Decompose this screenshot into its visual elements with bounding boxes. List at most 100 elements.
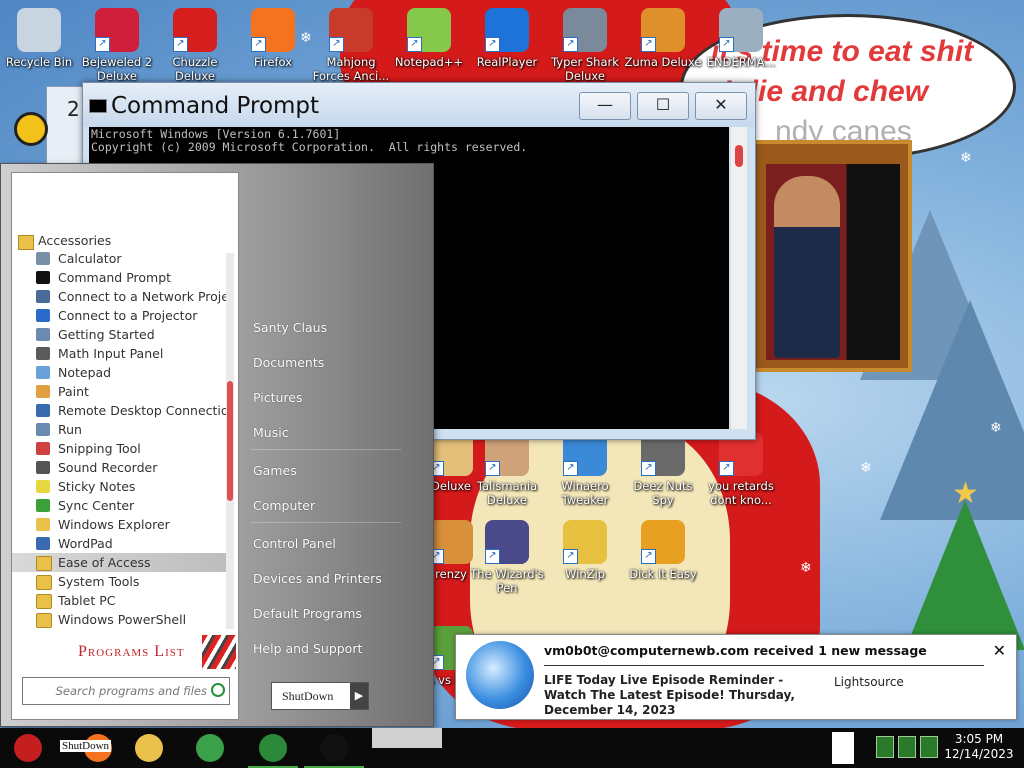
desktop-icon[interactable]: Recycle Bin bbox=[0, 8, 78, 69]
taskbar-explorer[interactable] bbox=[132, 730, 166, 766]
program-item[interactable]: WordPad bbox=[12, 534, 226, 553]
program-item[interactable]: Ease of Access bbox=[12, 553, 226, 572]
snowflake-icon: ❄ bbox=[960, 150, 972, 166]
desktop-icon[interactable]: ↗ ENDERMA... bbox=[702, 8, 780, 69]
search-input[interactable] bbox=[25, 680, 209, 702]
program-item[interactable]: Windows Explorer bbox=[12, 515, 226, 534]
desktop-icon[interactable]: ↗ Deez Nuts Spy bbox=[624, 432, 702, 507]
program-label: Windows PowerShell bbox=[58, 612, 187, 627]
program-item[interactable]: Tablet PC bbox=[12, 591, 226, 610]
search-box[interactable] bbox=[22, 677, 230, 705]
desktop-icon[interactable]: ↗ Zuma Deluxe bbox=[624, 8, 702, 69]
scrollbar-thumb[interactable] bbox=[735, 145, 743, 167]
mail-notification[interactable]: vm0b0t@computernewb.com received 1 new m… bbox=[455, 634, 1017, 720]
close-icon[interactable]: ✕ bbox=[993, 641, 1006, 660]
programs-list-button[interactable]: Programs List bbox=[20, 635, 236, 669]
start-menu-link[interactable]: Devices and Printers bbox=[253, 571, 382, 586]
taskbar-clock[interactable]: 3:05 PM 12/14/2023 bbox=[944, 732, 1014, 762]
program-label: Notepad bbox=[58, 365, 112, 380]
desktop-icon[interactable]: ↗ Bejeweled 2 Deluxe bbox=[78, 8, 156, 83]
program-item[interactable]: Calculator bbox=[12, 249, 226, 268]
desktop-icon-label: Talismania Deluxe bbox=[476, 479, 538, 507]
desktop-icon-label: Zuma Deluxe bbox=[624, 55, 702, 69]
taskbar-start-orb[interactable] bbox=[4, 730, 52, 766]
desktop-icon[interactable]: ↗ Typer Shark Deluxe bbox=[546, 8, 624, 83]
desktop-icon[interactable]: ↗ Firefox bbox=[234, 8, 312, 69]
program-item[interactable]: Getting Started bbox=[12, 325, 226, 344]
game-icon[interactable] bbox=[14, 112, 48, 146]
program-item[interactable]: System Tools bbox=[12, 572, 226, 591]
shortcut-arrow-icon: ↗ bbox=[641, 37, 656, 52]
start-menu-link[interactable]: Control Panel bbox=[253, 536, 336, 551]
program-item[interactable]: Command Prompt bbox=[12, 268, 226, 287]
desktop-icon[interactable]: ↗ The Wizard's Pen bbox=[468, 520, 546, 595]
divider bbox=[251, 522, 401, 523]
desktop-icon[interactable]: ↗ Chuzzle Deluxe bbox=[156, 8, 234, 83]
shutdown-button[interactable]: ShutDown ▶ bbox=[271, 682, 369, 710]
desktop-icon[interactable]: ↗ Dick It Easy bbox=[624, 520, 702, 581]
maximize-button[interactable]: ☐ bbox=[637, 92, 689, 120]
program-item[interactable]: Connect to a Projector bbox=[12, 306, 226, 325]
taskbar-shutdown-firefox[interactable]: ShutDown bbox=[58, 730, 138, 766]
desktop-icon[interactable]: ↗ Winaero Tweaker bbox=[546, 432, 624, 507]
console-line: Microsoft Windows [Version 6.1.7601] bbox=[91, 127, 341, 141]
program-item[interactable]: Math Input Panel bbox=[12, 344, 226, 363]
desktop-icon[interactable]: ↗ WinZip bbox=[546, 520, 624, 581]
program-item[interactable]: Windows PowerShell bbox=[12, 610, 226, 629]
search-icon[interactable] bbox=[211, 683, 225, 697]
program-label: Calculator bbox=[58, 251, 122, 266]
program-item[interactable]: Sticky Notes bbox=[12, 477, 226, 496]
close-button[interactable]: ✕ bbox=[695, 92, 747, 120]
start-menu[interactable]: Accessories Calculator Command Prompt Conn… bbox=[0, 163, 434, 727]
snowflake-icon: ❄ bbox=[800, 560, 812, 576]
shortcut-arrow-icon: ↗ bbox=[485, 461, 500, 476]
program-item[interactable]: Notepad bbox=[12, 363, 226, 382]
program-label: Tablet PC bbox=[58, 593, 116, 608]
start-menu-link[interactable]: Santy Claus bbox=[253, 320, 327, 335]
framed-photo bbox=[752, 140, 912, 372]
program-item[interactable]: Sync Center bbox=[12, 496, 226, 515]
chevron-right-icon[interactable]: ▶ bbox=[350, 683, 368, 709]
desktop-icon-label: Firefox bbox=[253, 55, 293, 69]
taskbar-blank-item[interactable] bbox=[832, 732, 854, 764]
scrollbar-thumb[interactable] bbox=[227, 381, 233, 501]
shortcut-arrow-icon: ↗ bbox=[485, 549, 500, 564]
program-item[interactable]: Paint bbox=[12, 382, 226, 401]
tray-icon[interactable] bbox=[920, 736, 938, 758]
taskbar-blank-item[interactable] bbox=[372, 728, 442, 748]
start-menu-link[interactable]: Documents bbox=[253, 355, 324, 370]
taskbar-chrome[interactable] bbox=[192, 730, 228, 766]
notification-header: vm0b0t@computernewb.com received 1 new m… bbox=[544, 643, 927, 658]
taskbar-cmd-app[interactable] bbox=[304, 730, 364, 768]
realplayer-icon: ↗ bbox=[485, 8, 529, 52]
start-menu-link[interactable]: Pictures bbox=[253, 390, 303, 405]
program-item[interactable]: Remote Desktop Connection bbox=[12, 401, 226, 420]
start-menu-link[interactable]: Help and Support bbox=[253, 641, 362, 656]
desktop-icon[interactable]: ↗ Notepad++ bbox=[390, 8, 468, 69]
programs-scrollbar[interactable] bbox=[226, 253, 234, 629]
start-menu-link[interactable]: Games bbox=[253, 463, 297, 478]
program-item[interactable]: Sound Recorder bbox=[12, 458, 226, 477]
desktop-icon[interactable]: ↗ RealPlayer bbox=[468, 8, 546, 69]
start-menu-link[interactable]: Music bbox=[253, 425, 289, 440]
tray-icon[interactable] bbox=[898, 736, 916, 758]
minimize-button[interactable]: — bbox=[579, 92, 631, 120]
desktop-icon[interactable]: ↗ Mahjong Forces Anci... bbox=[312, 8, 390, 83]
shortcut-arrow-icon: ↗ bbox=[563, 37, 578, 52]
command-prompt-icon bbox=[89, 99, 107, 113]
taskbar-tree-app[interactable] bbox=[248, 730, 298, 768]
desktop-icon[interactable]: ↗ you retards dont kno... bbox=[702, 432, 780, 507]
start-menu-link[interactable]: Computer bbox=[253, 498, 315, 513]
tray-icon[interactable] bbox=[876, 736, 894, 758]
vertical-scrollbar[interactable] bbox=[731, 127, 747, 429]
folder-accessories[interactable]: Accessories bbox=[18, 233, 111, 250]
program-item[interactable]: Connect to a Network Projector bbox=[12, 287, 226, 306]
program-item[interactable]: Snipping Tool bbox=[12, 439, 226, 458]
mahjong-icon: ↗ bbox=[329, 8, 373, 52]
titlebar[interactable]: Command Prompt — ☐ ✕ bbox=[83, 83, 755, 127]
start-menu-link[interactable]: Default Programs bbox=[253, 606, 362, 621]
desktop-icon[interactable]: ↗ Talismania Deluxe bbox=[468, 432, 546, 507]
program-label: Sound Recorder bbox=[58, 460, 158, 475]
chuzzle-icon: ↗ bbox=[173, 8, 217, 52]
program-item[interactable]: Run bbox=[12, 420, 226, 439]
